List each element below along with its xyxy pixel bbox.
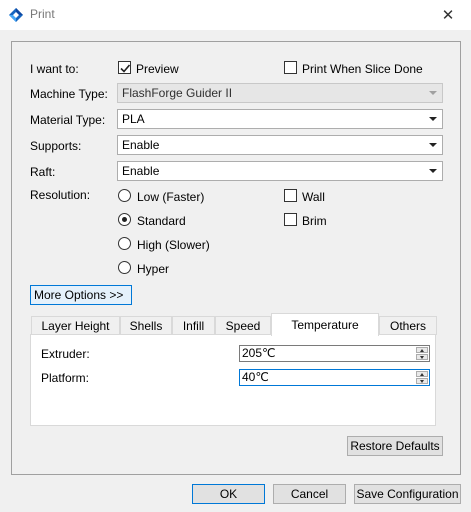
tab-temperature[interactable]: Temperature — [271, 313, 379, 336]
tab-layer-height[interactable]: Layer Height — [31, 316, 120, 335]
raft-select[interactable]: Enable — [117, 161, 443, 181]
resolution-high-radio[interactable] — [118, 237, 131, 250]
extruder-temperature-input[interactable]: 205℃ — [239, 345, 430, 362]
cancel-button[interactable]: Cancel — [273, 484, 346, 504]
raft-value: Enable — [122, 164, 160, 178]
tab-speed[interactable]: Speed — [215, 316, 271, 335]
material-type-select[interactable]: PLA — [117, 109, 443, 129]
supports-label: Supports: — [30, 139, 82, 153]
machine-type-label: Machine Type: — [30, 87, 108, 101]
resolution-label: Resolution: — [30, 188, 91, 202]
resolution-standard-label[interactable]: Standard — [137, 214, 186, 228]
material-type-value: PLA — [122, 112, 145, 126]
tab-infill[interactable]: Infill — [172, 316, 215, 335]
save-configuration-button[interactable]: Save Configuration — [354, 484, 461, 504]
flashforge-diamond-icon — [8, 7, 24, 23]
wall-label[interactable]: Wall — [302, 190, 325, 204]
restore-defaults-button[interactable]: Restore Defaults — [347, 436, 443, 456]
resolution-high-label[interactable]: High (Slower) — [137, 238, 210, 252]
radio-selected-dot — [122, 217, 127, 222]
spinner-arrows — [416, 347, 428, 360]
machine-type-select: FlashForge Guider II — [117, 83, 443, 103]
platform-label: Platform: — [41, 371, 90, 385]
ok-button[interactable]: OK — [192, 484, 265, 504]
chevron-down-icon — [429, 117, 437, 121]
resolution-low-label[interactable]: Low (Faster) — [137, 190, 204, 204]
close-icon[interactable]: ✕ — [425, 0, 471, 30]
tab-others[interactable]: Others — [379, 316, 437, 335]
machine-type-value: FlashForge Guider II — [122, 86, 233, 100]
chevron-down-icon — [429, 169, 437, 173]
supports-value: Enable — [122, 138, 160, 152]
preview-checkbox[interactable] — [118, 61, 131, 74]
temperature-tab-panel: Extruder: 205℃ Platform: 40℃ — [30, 334, 436, 426]
wall-checkbox[interactable] — [284, 189, 297, 202]
supports-select[interactable]: Enable — [117, 135, 443, 155]
print-when-slice-done-checkbox[interactable] — [284, 61, 297, 74]
chevron-down-icon — [429, 143, 437, 147]
resolution-standard-radio[interactable] — [118, 213, 131, 226]
spin-up-icon[interactable] — [416, 347, 428, 353]
extruder-label: Extruder: — [41, 347, 90, 361]
material-type-label: Material Type: — [30, 113, 106, 127]
window-title: Print — [30, 7, 55, 21]
tab-shells[interactable]: Shells — [120, 316, 172, 335]
platform-temperature-input[interactable]: 40℃ — [239, 369, 430, 386]
print-when-slice-done-label[interactable]: Print When Slice Done — [302, 62, 423, 76]
more-options-button[interactable]: More Options >> — [30, 285, 132, 305]
raft-label: Raft: — [30, 165, 56, 179]
brim-checkbox[interactable] — [284, 213, 297, 226]
platform-temperature-value: 40℃ — [242, 370, 269, 384]
chevron-down-icon — [429, 91, 437, 95]
spin-down-icon[interactable] — [416, 354, 428, 360]
spinner-arrows — [416, 371, 428, 384]
extruder-temperature-value: 205℃ — [242, 346, 276, 360]
resolution-hyper-label[interactable]: Hyper — [137, 262, 169, 276]
checkmark-icon — [120, 64, 131, 73]
i-want-to-label: I want to: — [30, 62, 79, 76]
resolution-low-radio[interactable] — [118, 189, 131, 202]
preview-label[interactable]: Preview — [136, 62, 179, 76]
spin-up-icon[interactable] — [416, 371, 428, 377]
spin-down-icon[interactable] — [416, 378, 428, 384]
brim-label[interactable]: Brim — [302, 214, 327, 228]
title-bar: Print ✕ — [0, 0, 471, 30]
resolution-hyper-radio[interactable] — [118, 261, 131, 274]
